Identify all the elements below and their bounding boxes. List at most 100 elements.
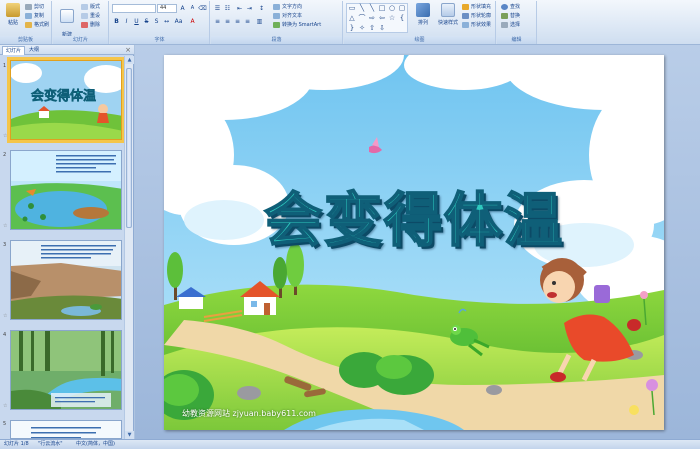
current-slide[interactable]: 会变得体温 幼教资源网站 zjyuan.baby611.com [164,55,664,430]
arrow-right-shape-icon[interactable]: ⇨ [367,14,377,23]
close-pane-icon[interactable]: × [125,46,131,54]
tab-slides[interactable]: 幻灯片 [2,46,26,55]
text-direction-icon [273,4,280,10]
arrange-button[interactable]: 排列 [412,3,434,35]
triangle-shape-icon[interactable]: △ [347,14,357,23]
justify-button[interactable]: ≡ [243,17,252,26]
slide-counter: 幻灯片 1/8 [4,441,29,447]
shadow-button[interactable]: S [152,17,161,26]
select-button[interactable]: 选择 [501,21,520,29]
bullets-button[interactable]: ☰ [213,4,222,13]
line-shape-icon[interactable]: ╲ [367,4,377,13]
theme-name: "行云流水" [38,441,63,447]
font-group: 44 A A ⌫ B I U S S ↔ Aa A 字体 [110,1,210,44]
star-shape-icon[interactable]: ☆ [387,14,397,23]
arrow-left-shape-icon[interactable]: ⇦ [377,14,387,23]
slide-watermark: 幼教资源网站 zjyuan.baby611.com [182,409,316,418]
bracket-shape-icon[interactable]: } [347,24,357,33]
numbering-button[interactable]: ☷ [223,4,232,13]
decrease-indent-button[interactable]: ⇤ [235,4,244,13]
rect-shape-icon[interactable]: ▭ [347,4,357,13]
ribbon: 粘贴 剪切 复制 格式刷 剪贴板 新建 幻灯片 版式 重设 删除 幻灯片 44 … [0,0,700,45]
font-size-input[interactable]: 44 [157,4,177,13]
align-center-button[interactable]: ≡ [223,17,232,26]
rounded-rect-shape-icon[interactable]: ▢ [397,4,407,13]
copy-button[interactable]: 复制 [25,12,44,20]
line-spacing-button[interactable]: ↕ [257,4,266,13]
thumbnail-scrollbar[interactable]: ▲ ▼ [124,56,134,439]
replace-icon [501,13,508,19]
italic-button[interactable]: I [122,17,131,26]
transition-icon: ☆ [3,133,8,139]
slide-thumbnail-2[interactable] [10,150,122,230]
underline-button[interactable]: U [132,17,141,26]
slide-thumbnail-5[interactable] [10,420,122,439]
arrow-up-shape-icon[interactable]: ⇧ [367,24,377,33]
scroll-up-icon[interactable]: ▲ [125,56,134,64]
find-button[interactable]: 查找 [501,3,520,11]
format-painter-button[interactable]: 格式刷 [25,21,49,29]
reset-icon [81,13,88,19]
scroll-down-icon[interactable]: ▼ [125,431,134,439]
slide-number: 3 [3,242,7,248]
star-shape-icon[interactable]: ✧ [357,24,367,33]
slide-thumbnail-4[interactable] [10,330,122,410]
clipboard-label: 剪贴板 [0,36,51,44]
quick-styles-button[interactable]: 快速样式 [435,3,461,35]
smartart-icon [273,22,280,28]
shrink-font-button[interactable]: A [188,4,197,13]
replace-button[interactable]: 替换 [501,12,520,20]
columns-button[interactable]: ▥ [255,17,264,26]
fill-bucket-icon [462,4,469,10]
strike-button[interactable]: S [142,17,151,26]
language-indicator[interactable]: 中文(简体，中国) [76,440,115,449]
cut-button[interactable]: 剪切 [25,3,44,11]
rect-shape-icon[interactable]: □ [377,4,387,13]
arrow-down-shape-icon[interactable]: ⇩ [377,24,387,33]
shape-fill-button[interactable]: 形状填充 [462,3,491,11]
status-bar: 幻灯片 1/8 "行云流水" 中文(简体，中国) [0,439,700,449]
transition-icon: ☆ [3,403,8,409]
shape-effects-button[interactable]: 形状效果 [462,21,491,29]
thumb-4-art [11,331,121,409]
layout-icon [81,4,88,10]
line-shape-icon[interactable]: ╲ [357,4,367,13]
oval-shape-icon[interactable]: ○ [387,4,397,13]
shapes-gallery[interactable]: ▭ ╲ ╲ □ ○ ▢ △ ⌒ ⇨ ⇦ ☆ { } ✧ ⇧ ⇩ [346,3,408,33]
cursor-icon [501,22,508,28]
new-slide-button[interactable]: 新建 幻灯片 [55,3,79,45]
slides-group: 新建 幻灯片 版式 重设 删除 幻灯片 [53,1,109,45]
align-left-button[interactable]: ≡ [213,17,222,26]
bold-button[interactable]: B [112,17,121,26]
text-direction-button[interactable]: 文字方向 [273,3,302,11]
shape-outline-button[interactable]: 形状轮廓 [462,12,491,20]
transition-icon: ☆ [3,313,8,319]
paste-icon [6,3,20,17]
delete-icon [81,22,88,28]
convert-smartart-button[interactable]: 转换为 SmartArt [273,21,321,29]
change-case-button[interactable]: Aa [174,17,183,26]
align-right-button[interactable]: ≡ [233,17,242,26]
layout-button[interactable]: 版式 [81,3,100,11]
font-name-input[interactable] [112,4,156,13]
brace-shape-icon[interactable]: { [397,14,407,23]
pane-tabs: 幻灯片 大纲 × [0,45,134,55]
clear-format-button[interactable]: ⌫ [198,4,207,13]
font-color-button[interactable]: A [188,17,197,26]
spacing-button[interactable]: ↔ [162,17,171,26]
paste-button[interactable]: 粘贴 [2,3,24,35]
delete-button[interactable]: 删除 [81,21,100,29]
slide-thumbnail-3[interactable] [10,240,122,320]
reset-button[interactable]: 重设 [81,12,100,20]
increase-indent-button[interactable]: ⇥ [245,4,254,13]
slide-title[interactable]: 会变得体温 [164,173,664,257]
drawing-group: ▭ ╲ ╲ □ ○ ▢ △ ⌒ ⇨ ⇦ ☆ { } ✧ ⇧ ⇩ 排列 快速样式 … [344,1,496,44]
drawing-label: 绘图 [344,36,495,44]
scroll-thumb[interactable] [126,68,132,228]
pen-icon [462,13,469,19]
align-text-button[interactable]: 对齐文本 [273,12,302,20]
slide-thumbnail-1[interactable]: 会变得体温 [7,57,125,143]
tab-outline[interactable]: 大纲 [26,46,42,55]
curve-shape-icon[interactable]: ⌒ [357,14,367,23]
grow-font-button[interactable]: A [178,4,187,13]
